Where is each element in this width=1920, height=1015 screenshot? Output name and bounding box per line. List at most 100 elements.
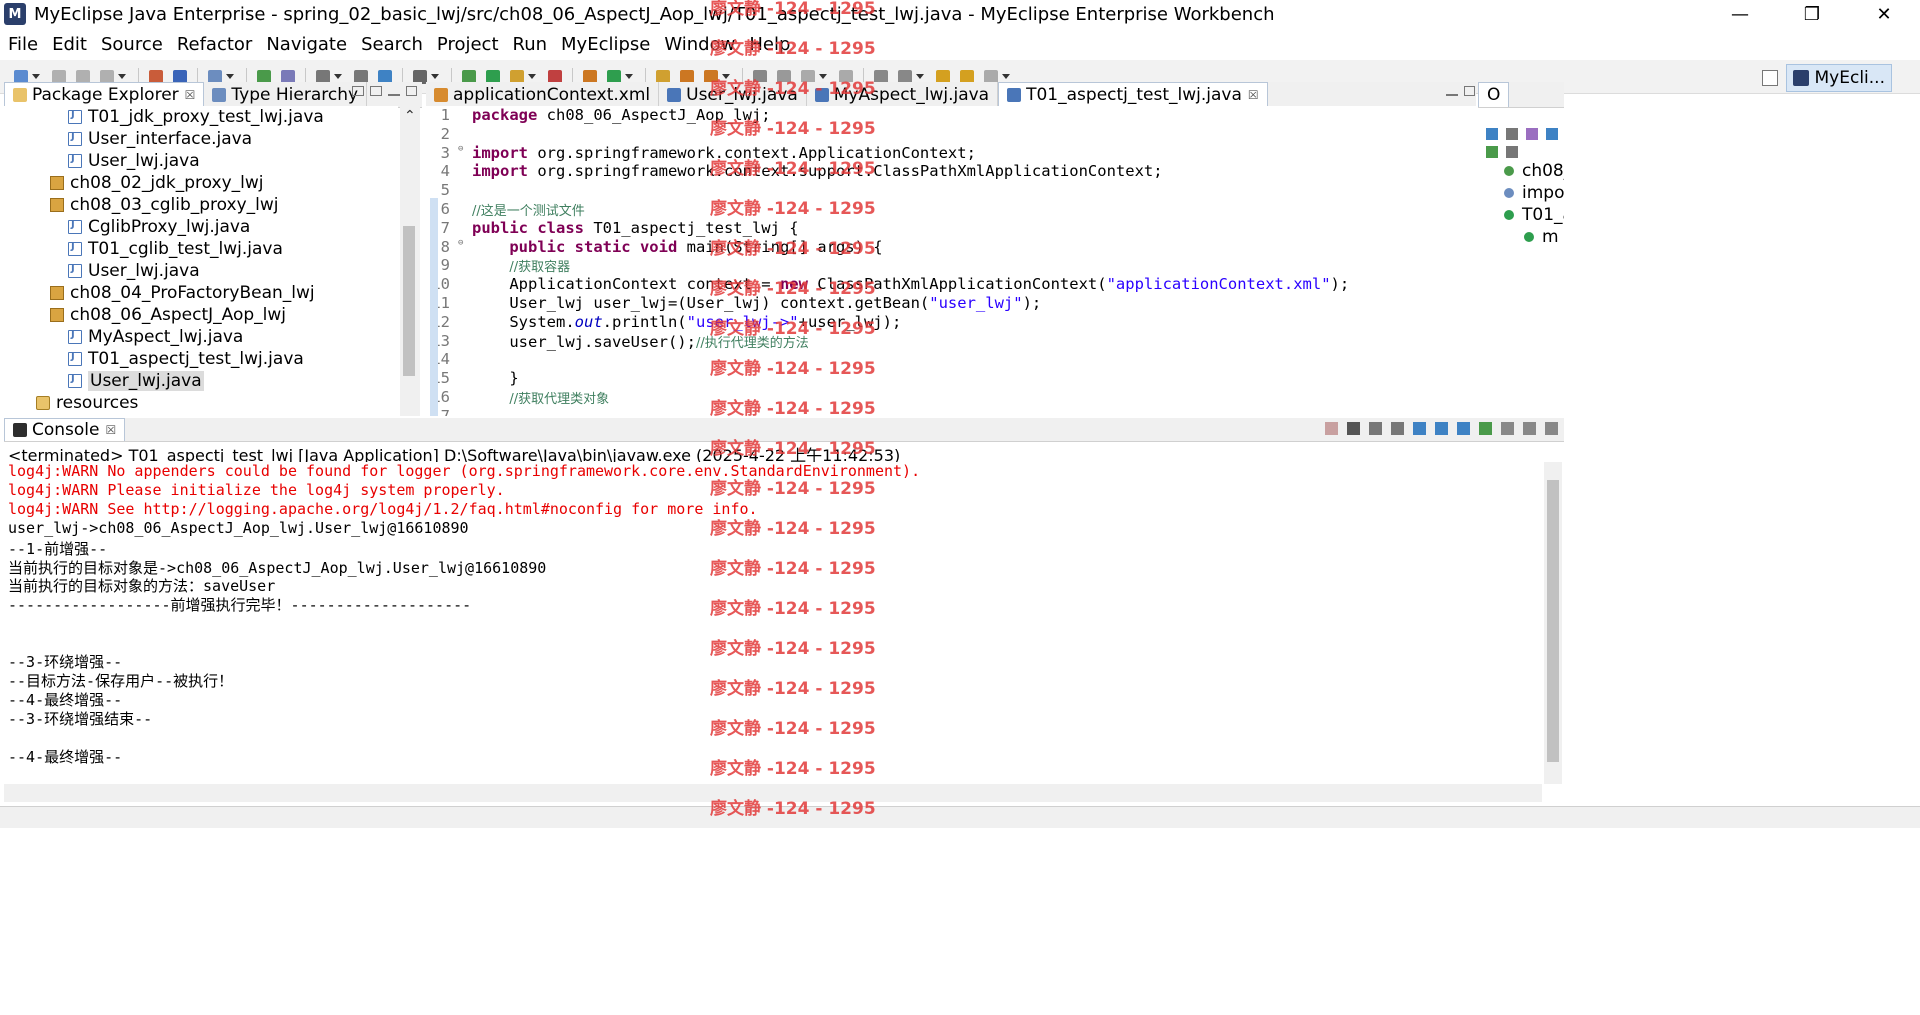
console-tool-icon[interactable] <box>1501 422 1514 435</box>
fold-icon[interactable] <box>458 106 468 125</box>
outline-tool-icon[interactable] <box>1526 128 1538 140</box>
editor-scrollbar[interactable] <box>1442 106 1460 416</box>
code-line[interactable]: 15 } <box>426 369 1456 388</box>
editor-tab[interactable]: User_lwj.java <box>659 82 807 107</box>
dropdown-arrow-icon[interactable] <box>528 74 536 79</box>
fold-icon[interactable] <box>458 407 468 416</box>
fold-icon[interactable] <box>458 313 468 332</box>
fold-icon[interactable] <box>458 388 468 407</box>
editor-tab[interactable]: MyAspect_lwj.java <box>807 82 999 107</box>
restore-button[interactable]: ❐ <box>1776 0 1848 28</box>
outline-item[interactable]: ch08_ <box>1504 160 1564 182</box>
code-line[interactable]: 5 <box>426 181 1456 200</box>
close-icon[interactable]: ☒ <box>1248 88 1259 102</box>
menu-project[interactable]: Project <box>437 34 499 55</box>
dropdown-arrow-icon[interactable] <box>118 74 126 79</box>
console-output[interactable]: log4j:WARN No appenders could be found f… <box>4 462 1542 784</box>
tab-outline[interactable]: O <box>1478 82 1510 107</box>
tree-item[interactable]: T01_cglib_test_lwj.java <box>68 238 283 260</box>
dropdown-arrow-icon[interactable] <box>722 74 730 79</box>
console-tool-icon[interactable] <box>1347 422 1360 435</box>
fold-icon[interactable] <box>458 200 468 219</box>
fold-icon[interactable] <box>458 256 468 275</box>
code-line[interactable]: 6//这是一个测试文件 <box>426 200 1456 219</box>
link-editor-icon[interactable] <box>370 86 382 96</box>
fold-icon[interactable] <box>458 275 468 294</box>
code-line[interactable]: 17 <box>426 407 1456 416</box>
fold-icon[interactable] <box>458 332 468 351</box>
tab-package-explorer[interactable]: Package Explorer ☒ <box>4 82 205 107</box>
console-tool-icon[interactable] <box>1523 422 1536 435</box>
console-tool-icon[interactable] <box>1325 422 1338 435</box>
tree-item[interactable]: ch08_06_AspectJ_Aop_lwj <box>50 304 286 326</box>
fold-icon[interactable] <box>458 369 468 388</box>
menu-source[interactable]: Source <box>101 34 163 55</box>
outline-item[interactable]: T01_a <box>1504 204 1564 226</box>
tree-item[interactable]: T01_aspectj_test_lwj.java <box>68 348 304 370</box>
console-tool-icon[interactable] <box>1479 422 1492 435</box>
close-window-button[interactable]: ✕ <box>1848 0 1920 28</box>
dropdown-arrow-icon[interactable] <box>916 74 924 79</box>
minimize-button[interactable]: — <box>1704 0 1776 28</box>
console-tool-icon[interactable] <box>1413 422 1426 435</box>
dropdown-arrow-icon[interactable] <box>819 74 827 79</box>
code-line[interactable]: 11 User_lwj user_lwj=(User_lwj) context.… <box>426 294 1456 313</box>
menu-refactor[interactable]: Refactor <box>177 34 253 55</box>
dropdown-arrow-icon[interactable] <box>334 74 342 79</box>
menu-myeclipse[interactable]: MyEclipse <box>561 34 650 55</box>
maximize-view-icon[interactable] <box>406 86 417 96</box>
close-icon[interactable]: ☒ <box>185 88 196 102</box>
console-tool-icon[interactable] <box>1369 422 1382 435</box>
code-editor[interactable]: 1 package ch08_06_AspectJ_Aop_lwj; 2 3 ⊖ impo… <box>426 106 1476 416</box>
dropdown-arrow-icon[interactable] <box>1002 74 1010 79</box>
tree-item[interactable]: ch08_04_ProFactoryBean_lwj <box>50 282 315 304</box>
tree-item[interactable]: CglibProxy_lwj.java <box>68 216 250 238</box>
code-line[interactable]: 9 //获取容器 <box>426 256 1456 275</box>
fold-icon[interactable] <box>458 350 468 369</box>
editor-tab[interactable]: applicationContext.xml <box>426 82 660 107</box>
code-line[interactable]: 12 System.out.println("user_lwj->"+user_… <box>426 313 1456 332</box>
fold-icon[interactable] <box>458 181 468 200</box>
dropdown-arrow-icon[interactable] <box>625 74 633 79</box>
outline-tool-icon[interactable] <box>1486 128 1498 140</box>
console-horizontal-scrollbar[interactable] <box>4 784 1542 802</box>
maximize-view-icon[interactable] <box>1464 86 1475 96</box>
tree-item[interactable]: User_lwj.java <box>68 150 200 172</box>
fold-icon[interactable] <box>458 294 468 313</box>
console-tool-icon[interactable] <box>1391 422 1404 435</box>
tree-scrollbar[interactable] <box>400 106 420 416</box>
tree-item[interactable]: User_interface.java <box>68 128 252 150</box>
dropdown-arrow-icon[interactable] <box>431 74 439 79</box>
code-line[interactable]: 4 import org.springframework.context.supp… <box>426 162 1456 181</box>
menu-run[interactable]: Run <box>513 34 548 55</box>
fold-icon[interactable] <box>458 125 468 144</box>
fold-icon[interactable]: ⊖ <box>458 238 468 257</box>
fold-icon[interactable]: ⊖ <box>458 144 468 163</box>
menu-window[interactable]: Window <box>664 34 735 55</box>
tab-type-hierarchy[interactable]: Type Hierarchy <box>204 82 368 107</box>
outline-tool-icon[interactable] <box>1486 146 1498 158</box>
tree-item[interactable]: User_lwj.java <box>68 370 204 392</box>
menu-help[interactable]: Help <box>749 34 790 55</box>
code-line[interactable]: 7 public class T01_aspectj_test_lwj { <box>426 219 1456 238</box>
close-icon[interactable]: ☒ <box>106 423 117 437</box>
perspective-switch-button[interactable]: MyEcli... <box>1785 64 1892 92</box>
code-line[interactable]: 14 <box>426 350 1456 369</box>
console-tool-icon[interactable] <box>1435 422 1448 435</box>
code-line[interactable]: 16 //获取代理类对象 <box>426 388 1456 407</box>
tree-item[interactable]: MyAspect_lwj.java <box>68 326 243 348</box>
scrollbar-thumb[interactable] <box>1547 480 1559 762</box>
fold-icon[interactable] <box>458 162 468 181</box>
code-line[interactable]: 2 <box>426 125 1456 144</box>
console-tool-icon[interactable] <box>1457 422 1470 435</box>
code-line[interactable]: 1 package ch08_06_AspectJ_Aop_lwj; <box>426 106 1456 125</box>
dropdown-arrow-icon[interactable] <box>32 74 40 79</box>
code-line[interactable]: 3 ⊖ import org.springframework.context.App… <box>426 144 1456 163</box>
menu-navigate[interactable]: Navigate <box>266 34 347 55</box>
tree-item[interactable]: User_lwj.java <box>68 260 200 282</box>
outline-tool-icon[interactable] <box>1506 128 1518 140</box>
console-scrollbar[interactable] <box>1544 462 1562 784</box>
outline-tool-icon[interactable] <box>1546 128 1558 140</box>
tree-item[interactable]: ch08_02_jdk_proxy_lwj <box>50 172 264 194</box>
menu-edit[interactable]: Edit <box>52 34 87 55</box>
